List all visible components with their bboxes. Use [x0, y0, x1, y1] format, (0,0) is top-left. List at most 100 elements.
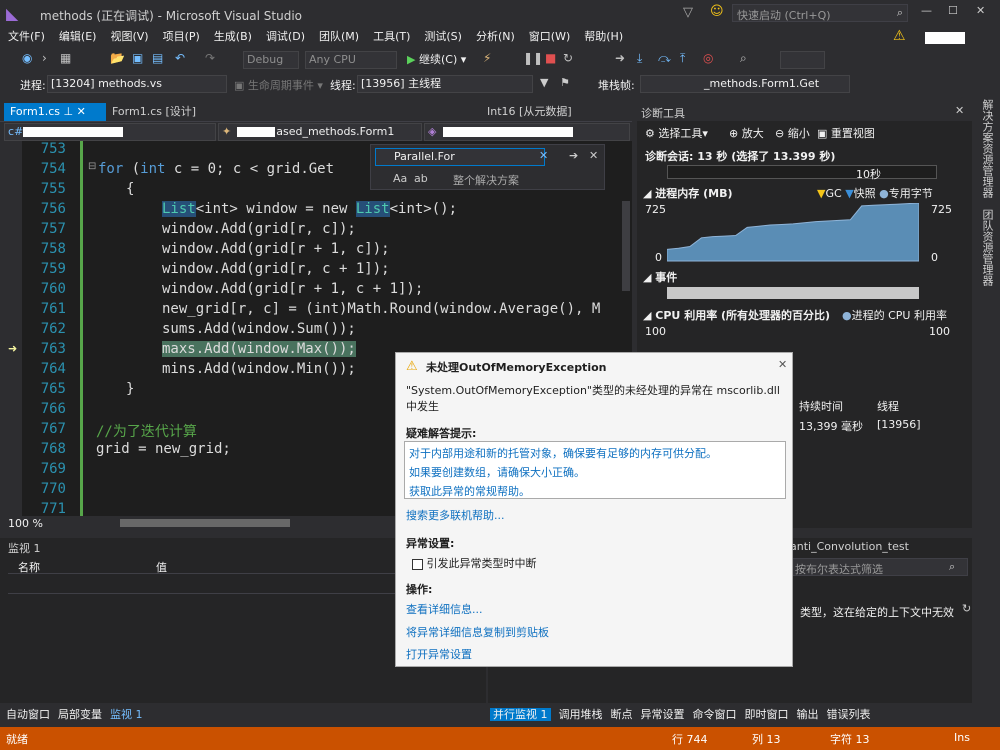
tab-form1-designer[interactable]: Form1.cs [设计]	[106, 103, 210, 121]
bottom-tab[interactable]: 监视 1	[110, 708, 143, 721]
filter-icon[interactable]: ▽	[683, 5, 693, 20]
bottom-tab[interactable]: 局部变量	[58, 708, 102, 721]
clear-icon[interactable]: ✕	[539, 149, 548, 162]
search-online-help-link[interactable]: 搜索更多联机帮助...	[406, 507, 505, 523]
vertical-scrollbar[interactable]	[622, 201, 630, 291]
select-tool-button[interactable]: ⚙ 选择工具▾	[645, 125, 708, 141]
undo-icon[interactable]: ↶	[175, 51, 185, 65]
continue-button[interactable]: ▶ 继续(C) ▾	[407, 51, 466, 69]
close-dialog-icon[interactable]: ✕	[778, 358, 787, 371]
step-over-icon[interactable]: ⤼	[658, 51, 671, 66]
warning-icon[interactable]: ⚠	[893, 28, 906, 44]
horizontal-scrollbar[interactable]	[120, 519, 290, 527]
minimize-icon[interactable]: —	[921, 4, 932, 17]
lifecycle-events-button[interactable]: ▣ 生命周期事件 ▾	[234, 77, 323, 93]
menu-item[interactable]: 文件(F)	[8, 28, 45, 46]
bottom-tab[interactable]: 输出	[797, 708, 819, 721]
restart-icon[interactable]: ↻	[563, 51, 573, 65]
forward-icon[interactable]: ›	[42, 51, 47, 65]
close-tab-icon[interactable]: ✕	[77, 105, 86, 118]
regex-icon[interactable]: ab	[414, 172, 428, 185]
save-icon[interactable]: ▣	[132, 51, 143, 65]
name-column-header[interactable]: 名称	[18, 559, 40, 575]
break-on-exception-checkbox[interactable]: 引发此异常类型时中断	[412, 555, 537, 571]
copy-details-link[interactable]: 将异常详细信息复制到剪贴板	[406, 624, 549, 640]
pin-icon[interactable]: ⊥	[63, 105, 73, 118]
close-panel-icon[interactable]: ✕	[955, 104, 964, 117]
bottom-tab[interactable]: 错误列表	[827, 708, 871, 721]
thread-select[interactable]: [13956] 主线程	[357, 75, 533, 93]
stack-frame-select[interactable]: _methods.Form1.Get	[640, 75, 850, 93]
bottom-tab[interactable]: 断点	[611, 708, 633, 721]
search-scope[interactable]: 整个解决方案	[453, 172, 519, 188]
quick-launch-input[interactable]: 快速启动 (Ctrl+Q) ⌕	[732, 4, 908, 22]
view-details-link[interactable]: 查看详细信息...	[406, 601, 483, 617]
menu-item[interactable]: 生成(B)	[214, 28, 252, 46]
tip-link[interactable]: 获取此异常的常规帮助。	[409, 485, 530, 498]
bottom-tab[interactable]: 并行监视 1	[490, 708, 551, 721]
navigate-icon[interactable]: ➔	[569, 149, 578, 162]
collapse-icon[interactable]: ⊟	[88, 161, 96, 172]
stop-icon[interactable]: ■	[545, 51, 556, 65]
memory-chart[interactable]	[667, 203, 919, 263]
filter-input[interactable]: 按布尔表达式筛选 ⌕	[790, 558, 968, 576]
type-select[interactable]: ✦ ased_methods.Form1	[218, 123, 422, 141]
break-all-icon[interactable]: ❚❚	[523, 51, 543, 65]
menu-item[interactable]: 项目(P)	[163, 28, 200, 46]
tip-link[interactable]: 如果要创建数组，请确保大小正确。	[409, 466, 585, 479]
tip-link[interactable]: 对于内部用途和新的托管对象，确保要有足够的内存可供分配。	[409, 447, 717, 460]
tab-int16-metadata[interactable]: Int16 [从元数据]	[481, 103, 631, 121]
close-icon[interactable]: ✕	[976, 4, 985, 17]
configuration-select[interactable]: Debug	[243, 51, 299, 69]
menu-item[interactable]: 工具(T)	[373, 28, 410, 46]
platform-select[interactable]: Any CPU	[305, 51, 397, 69]
refresh-icon[interactable]: ↻	[962, 602, 971, 615]
hot-reload-icon[interactable]: ⚡	[483, 51, 491, 65]
step-into-icon[interactable]: ⤓	[637, 51, 642, 66]
new-project-icon[interactable]: ▦	[60, 51, 71, 65]
find-icon[interactable]: ⌕	[740, 51, 747, 66]
bottom-tab[interactable]: 即时窗口	[745, 708, 789, 721]
team-explorer-tab[interactable]: 团队资源管理器	[979, 209, 995, 286]
feedback-smile-icon[interactable]: ☺	[710, 4, 724, 19]
redo-icon[interactable]: ↷	[205, 51, 215, 65]
open-file-icon[interactable]: 📂	[110, 51, 125, 65]
account-name[interactable]	[925, 32, 965, 44]
flag-icon[interactable]: ⚑	[560, 76, 570, 89]
parallel-for-search[interactable]: Parallel.For	[375, 148, 545, 166]
checkbox-box[interactable]	[412, 558, 423, 570]
menu-item[interactable]: 团队(M)	[319, 28, 359, 46]
zoom-level[interactable]: 100 %	[8, 517, 43, 530]
breakpoint-margin[interactable]	[0, 141, 22, 516]
events-track[interactable]	[667, 287, 919, 299]
member-select[interactable]: ◈	[424, 123, 630, 141]
bottom-tab[interactable]: 命令窗口	[693, 708, 737, 721]
menu-item[interactable]: 视图(V)	[110, 28, 148, 46]
value-column-header[interactable]: 值	[156, 559, 167, 575]
font-size-icon[interactable]: Aa	[393, 172, 407, 185]
close-popup-icon[interactable]: ✕	[589, 149, 598, 162]
project-select[interactable]: c#	[4, 123, 216, 141]
breakpoints-icon[interactable]: ◎	[703, 51, 713, 65]
timeline-ruler[interactable]: 10秒	[667, 165, 937, 181]
menu-item[interactable]: 编辑(E)	[59, 28, 97, 46]
tab-form1-cs[interactable]: Form1.cs ⊥ ✕	[4, 103, 106, 121]
thread-filter-icon[interactable]: ▼	[540, 76, 548, 89]
bottom-tab[interactable]: 调用堆栈	[559, 708, 603, 721]
save-all-icon[interactable]: ▤	[152, 51, 163, 65]
reset-view-button[interactable]: ▣ 重置视图	[817, 125, 875, 141]
open-exception-settings-link[interactable]: 打开异常设置	[406, 646, 472, 662]
step-out-icon[interactable]: ⤒	[680, 51, 685, 66]
find-combo[interactable]	[780, 51, 825, 69]
back-icon[interactable]: ◉	[22, 51, 32, 65]
maximize-icon[interactable]: ☐	[948, 4, 958, 17]
menu-item[interactable]: 测试(S)	[424, 28, 462, 46]
menu-item[interactable]: 分析(N)	[476, 28, 515, 46]
show-next-statement-icon[interactable]: ➜	[615, 51, 625, 65]
zoom-in-button[interactable]: ⊕ 放大	[729, 125, 764, 141]
process-select[interactable]: [13204] methods.vs	[47, 75, 227, 93]
menu-item[interactable]: 调试(D)	[266, 28, 305, 46]
solution-explorer-tab[interactable]: 解决方案资源管理器	[979, 99, 995, 198]
menu-item[interactable]: 窗口(W)	[529, 28, 570, 46]
bottom-tab[interactable]: 自动窗口	[6, 708, 50, 721]
